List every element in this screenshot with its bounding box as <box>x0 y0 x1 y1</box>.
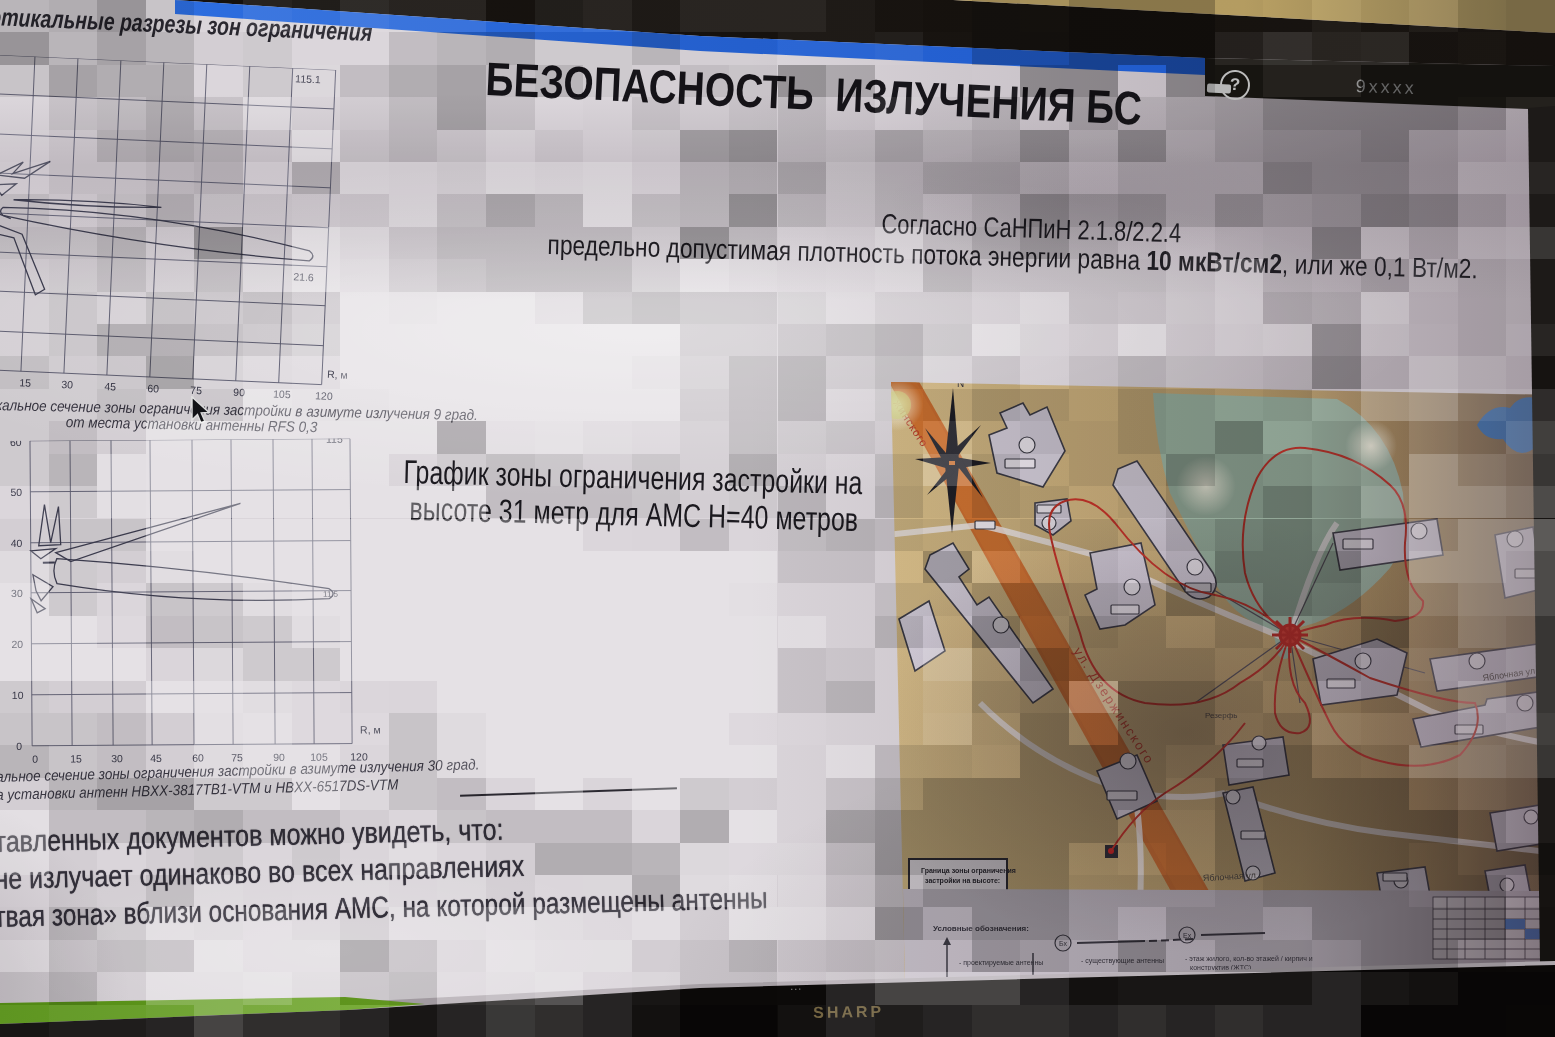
svg-text:45: 45 <box>150 752 162 764</box>
svg-text:10: 10 <box>12 689 24 701</box>
svg-text:40: 40 <box>11 537 23 549</box>
svg-text:115.1: 115.1 <box>295 72 321 85</box>
svg-text:50: 50 <box>10 486 22 498</box>
svg-text:0: 0 <box>16 740 22 752</box>
svg-text:115: 115 <box>326 438 343 445</box>
svg-text:15: 15 <box>70 752 82 764</box>
svg-text:R, м: R, м <box>327 368 348 381</box>
svg-text:15: 15 <box>19 376 31 389</box>
svg-text:60: 60 <box>147 382 159 395</box>
svg-text:105: 105 <box>273 387 291 400</box>
svg-text:45: 45 <box>104 380 116 393</box>
svg-text:30: 30 <box>61 378 73 391</box>
svg-text:90: 90 <box>233 386 245 399</box>
svg-text:20: 20 <box>11 638 23 650</box>
svg-text:30: 30 <box>111 752 123 764</box>
svg-text:R, м: R, м <box>360 723 381 735</box>
svg-text:11.5: 11.5 <box>323 590 339 599</box>
svg-text:75: 75 <box>190 384 202 397</box>
svg-text:21.6: 21.6 <box>293 270 314 283</box>
svg-text:0: 0 <box>32 753 38 765</box>
svg-text:120: 120 <box>315 389 333 402</box>
svg-text:30: 30 <box>11 587 23 599</box>
